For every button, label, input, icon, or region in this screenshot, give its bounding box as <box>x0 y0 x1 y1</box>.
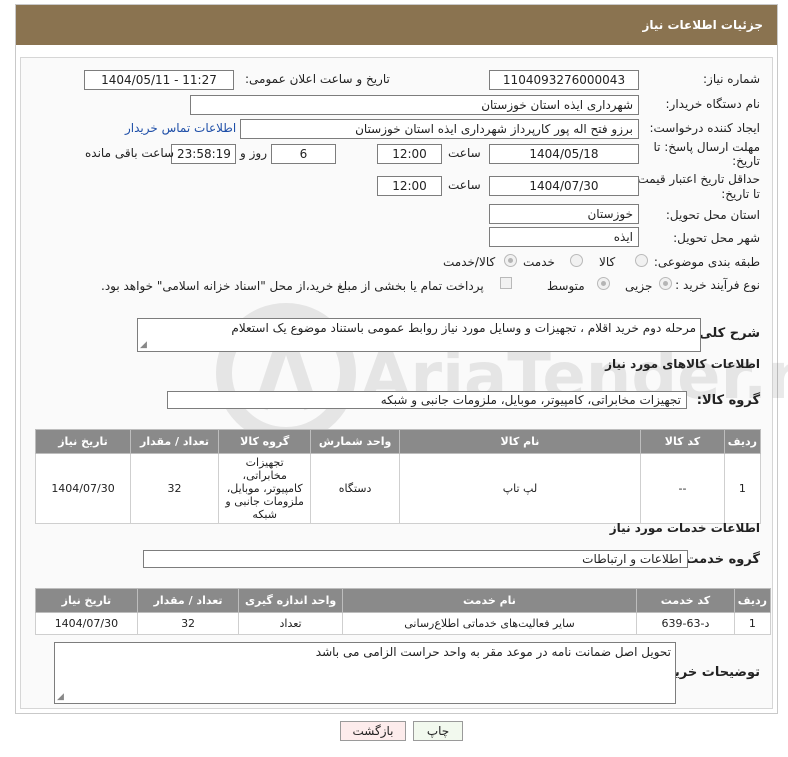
services-col-qty: تعداد / مقدار <box>136 588 240 613</box>
category-radio-goods-service[interactable] <box>504 254 517 267</box>
services-col-code: کد خدمت <box>636 588 735 613</box>
resize-grip-icon[interactable]: ◢ <box>140 341 147 350</box>
treasury-payment-checkbox[interactable] <box>500 277 512 289</box>
services-cell-qty: 32 <box>136 612 240 635</box>
category-option-goods-service: کالا/خدمت <box>443 255 496 269</box>
goods-col-unit: واحد شمارش <box>310 429 400 454</box>
details-window: جزئیات اطلاعات نیاز AriaTender.net شماره… <box>15 4 788 714</box>
response-deadline-date-field[interactable]: 1404/05/18 <box>489 144 639 164</box>
price-validity-date-field[interactable]: 1404/07/30 <box>489 176 639 196</box>
goods-cell-group: تجهیزات مخابراتی، کامپیوتر، موبایل، ملزو… <box>218 453 312 524</box>
response-days-label: روز و <box>240 146 267 160</box>
price-validity-time-label: ساعت <box>448 178 481 192</box>
goods-col-date: تاریخ نیاز <box>34 429 132 454</box>
services-table-header: ردیف کد خدمت نام خدمت واحد اندازه گیری ت… <box>35 588 772 613</box>
services-col-date: تاریخ نیاز <box>35 588 138 613</box>
goods-section-title: اطلاعات کالاهای مورد نیاز <box>605 357 760 371</box>
category-option-service: خدمت <box>523 255 555 269</box>
goods-cell-row: 1 <box>723 453 762 524</box>
goods-cell-name: لپ تاپ <box>398 453 642 524</box>
goods-col-group: گروه کالا <box>218 429 312 454</box>
back-button[interactable]: بازگشت <box>340 721 406 741</box>
goods-table-header: ردیف کد کالا نام کالا واحد شمارش گروه کا… <box>34 429 762 454</box>
goods-cell-code: -- <box>640 453 725 524</box>
resize-grip-icon[interactable]: ◢ <box>57 693 64 702</box>
need-number-field[interactable]: 1104093276000043 <box>489 70 639 90</box>
category-radio-goods[interactable] <box>635 254 648 267</box>
delivery-province-label: استان محل تحویل: <box>665 208 760 222</box>
requester-field[interactable]: برزو فتح اله پور کارپرداز شهرداری ایذه ا… <box>240 119 639 139</box>
buyer-notes-text: تحویل اصل ضمانت نامه در موعد مقر به واحد… <box>315 645 671 659</box>
goods-cell-date: 1404/07/30 <box>34 453 132 524</box>
goods-cell-qty: 32 <box>130 453 220 524</box>
buyer-org-label: نام دستگاه خریدار: <box>665 97 761 111</box>
process-option-medium: متوسط <box>547 279 585 293</box>
goods-col-qty: تعداد / مقدار <box>130 429 220 454</box>
price-validity-label-1: حداقل تاریخ اعتبار قیمت: <box>633 172 760 186</box>
response-deadline-label-1: مهلت ارسال پاسخ: تا <box>653 140 760 154</box>
services-cell-date: 1404/07/30 <box>35 612 138 635</box>
announce-datetime-field[interactable]: 1404/05/11 - 11:27 <box>84 70 234 90</box>
service-group-label: گروه خدمت: <box>680 552 760 567</box>
response-deadline-time-label: ساعت <box>448 146 481 160</box>
services-col-unit: واحد اندازه گیری <box>238 588 343 613</box>
category-option-goods: کالا <box>599 255 616 269</box>
services-cell-unit: تعداد <box>238 612 343 635</box>
process-radio-minor[interactable] <box>659 277 672 290</box>
goods-col-code: کد کالا <box>640 429 725 454</box>
services-cell-code: د-63-639 <box>636 612 735 635</box>
details-panel: AriaTender.net شماره نیاز: 1104093276000… <box>20 57 788 709</box>
category-label: طبقه بندی موضوعی: <box>653 255 760 269</box>
goods-table: ردیف کد کالا نام کالا واحد شمارش گروه کا… <box>34 429 762 524</box>
process-radio-medium[interactable] <box>597 277 610 290</box>
services-section-title: اطلاعات خدمات مورد نیاز <box>609 521 760 535</box>
table-row[interactable]: 1 د-63-639 سایر فعالیت‌های خدماتی اطلاع‌… <box>35 612 772 635</box>
print-button[interactable]: چاپ <box>413 721 463 741</box>
category-radio-service[interactable] <box>570 254 583 267</box>
service-group-field[interactable]: اطلاعات و ارتباطات <box>143 550 688 568</box>
goods-group-field[interactable]: تجهیزات مخابراتی، کامپیوتر، موبایل، ملزو… <box>167 391 687 409</box>
price-validity-label-2: تا تاریخ: <box>721 187 760 201</box>
process-option-minor: جزیی <box>625 279 653 293</box>
goods-col-row: ردیف <box>723 429 762 454</box>
delivery-province-field[interactable]: خوزستان <box>489 204 639 224</box>
remaining-time-field[interactable]: 23:58:19 <box>171 144 236 164</box>
buyer-notes-field[interactable]: تحویل اصل ضمانت نامه در موعد مقر به واحد… <box>54 642 676 704</box>
services-table: ردیف کد خدمت نام خدمت واحد اندازه گیری ت… <box>35 588 772 635</box>
services-col-row: ردیف <box>733 588 772 613</box>
buyer-org-field[interactable]: شهرداری ایذه استان خوزستان <box>190 95 639 115</box>
response-days-field[interactable]: 6 <box>271 144 336 164</box>
goods-group-label: گروه کالا: <box>696 393 760 408</box>
delivery-city-label: شهر محل تحویل: <box>673 231 760 245</box>
services-cell-name: سایر فعالیت‌های خدماتی اطلاع‌رسانی <box>341 612 638 635</box>
response-deadline-label-2: تاریخ: <box>732 154 760 168</box>
requester-label: ایجاد کننده درخواست: <box>649 121 760 135</box>
process-type-label: نوع فرآیند خرید : <box>675 278 760 292</box>
table-row[interactable]: 1 -- لپ تاپ دستگاه تجهیزات مخابراتی، کام… <box>34 453 762 524</box>
general-description-text: مرحله دوم خرید اقلام ، تجهیزات و وسایل م… <box>231 321 696 335</box>
price-validity-time-field[interactable]: 12:00 <box>377 176 442 196</box>
remaining-time-label: ساعت باقی مانده <box>85 146 175 160</box>
treasury-payment-note: پرداخت تمام یا بخشی از مبلغ خرید،از محل … <box>101 279 484 293</box>
services-col-name: نام خدمت <box>341 588 638 613</box>
goods-col-name: نام کالا <box>398 429 642 454</box>
goods-cell-unit: دستگاه <box>310 453 400 524</box>
general-description-field[interactable]: مرحله دوم خرید اقلام ، تجهیزات و وسایل م… <box>137 318 701 352</box>
page-title: جزئیات اطلاعات نیاز <box>16 5 777 45</box>
delivery-city-field[interactable]: ایذه <box>489 227 639 247</box>
response-deadline-time-field[interactable]: 12:00 <box>377 144 442 164</box>
buyer-contact-link[interactable]: اطلاعات تماس خریدار <box>125 121 236 135</box>
need-number-label: شماره نیاز: <box>703 72 760 86</box>
announce-datetime-label: تاریخ و ساعت اعلان عمومی: <box>245 72 390 86</box>
services-cell-row: 1 <box>733 612 772 635</box>
